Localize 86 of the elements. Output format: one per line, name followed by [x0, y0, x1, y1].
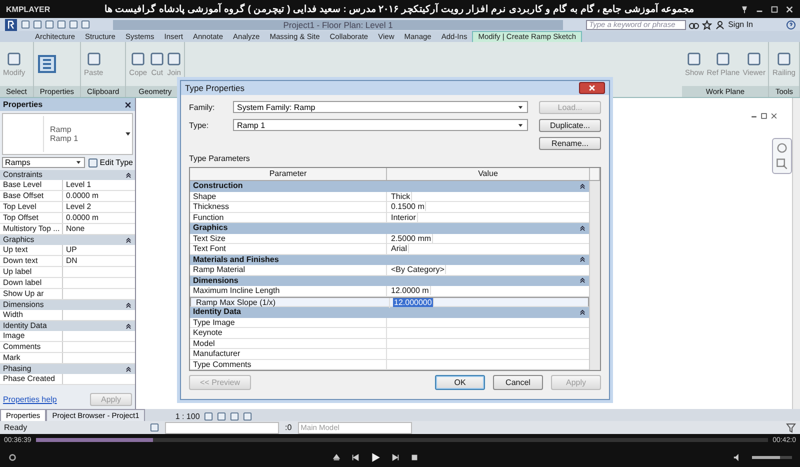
- parameter-value[interactable]: 12.000000: [393, 298, 434, 306]
- caret-icon: [517, 104, 524, 110]
- group-header: Identity Data: [193, 307, 242, 318]
- cancel-button[interactable]: Cancel: [493, 375, 543, 390]
- dialog-title: Type Properties: [185, 83, 245, 93]
- collapse-icon[interactable]: [125, 172, 132, 178]
- properties-icon[interactable]: [36, 54, 57, 74]
- collapse-icon[interactable]: [579, 277, 586, 284]
- filter-icon[interactable]: [786, 422, 796, 432]
- duplicate-button[interactable]: Duplicate...: [539, 118, 601, 132]
- parameter-value[interactable]: <By Category>: [390, 265, 446, 274]
- panel-title: Properties: [3, 100, 43, 109]
- parameter-name: Type Comments: [190, 360, 387, 370]
- view-scale[interactable]: 1 : 100: [175, 412, 200, 421]
- section-label: Type Parameters: [189, 154, 251, 163]
- parameter-value[interactable]: 12.0000 m: [390, 286, 431, 295]
- field-label: Type:: [189, 120, 210, 130]
- group-header: Dimensions: [193, 276, 238, 286]
- settings-icon[interactable]: [8, 452, 17, 462]
- collapse-icon[interactable]: [579, 182, 586, 190]
- pin-icon[interactable]: [740, 4, 749, 14]
- eject-icon[interactable]: [332, 452, 340, 462]
- category-dropdown[interactable]: Ramps: [2, 157, 85, 168]
- zoom-icon[interactable]: [776, 158, 788, 170]
- collapse-icon[interactable]: [125, 366, 132, 372]
- collapse-icon[interactable]: [579, 256, 586, 264]
- help-link[interactable]: Properties help: [3, 395, 57, 404]
- field-label: Family:: [189, 102, 216, 112]
- group-header: Materials and Finishes: [193, 254, 279, 265]
- parameter-name: Keynote: [190, 328, 387, 338]
- column-header: Parameter: [190, 168, 387, 180]
- previous-icon[interactable]: [350, 452, 360, 462]
- restore-icon[interactable]: [760, 112, 768, 120]
- group-header: Construction: [193, 181, 243, 192]
- help-icon[interactable]: [786, 20, 796, 30]
- workset-field[interactable]: [165, 422, 279, 434]
- video-title: مجموعه آموزشی جامع ، گام به گام و کاربردی نرم افزار رویت آرکیتکچر ۲۰۱۶ مدرس : سعید فدایی ( تیچرمن ) گروه آموزشی پادشاه گرافیست ها: [104, 3, 695, 15]
- family-dropdown[interactable]: System Family: Ramp: [233, 101, 528, 113]
- ok-button[interactable]: OK: [435, 375, 485, 390]
- parameter-name: Text Size: [190, 234, 387, 244]
- parameter-name: Model: [190, 338, 387, 349]
- parameter-name: Thickness: [190, 202, 387, 212]
- parameter-value[interactable]: Thick: [390, 192, 412, 200]
- collapse-icon[interactable]: [579, 308, 586, 316]
- volume-slider[interactable]: [752, 456, 792, 458]
- type-dropdown[interactable]: Ramp 1: [233, 119, 528, 131]
- collapse-icon[interactable]: [579, 224, 586, 232]
- collapse-icon[interactable]: [125, 322, 132, 330]
- caret-icon: [74, 159, 82, 166]
- parameter-name: Type Image: [190, 318, 387, 328]
- edit-type-button[interactable]: Edit Type: [88, 158, 133, 168]
- app-logo-icon[interactable]: [4, 18, 18, 30]
- parameter-value[interactable]: 2.5000 mm: [390, 234, 434, 242]
- stop-icon[interactable]: [410, 452, 418, 462]
- seek-bar[interactable]: [36, 438, 768, 442]
- user-icon[interactable]: [715, 20, 726, 30]
- next-icon[interactable]: [390, 452, 400, 462]
- play-icon[interactable]: [370, 452, 380, 462]
- collapse-icon[interactable]: [125, 302, 132, 308]
- parameter-value[interactable]: Arial: [390, 244, 410, 253]
- caret-icon[interactable]: [124, 130, 132, 138]
- player-brand: KMPLAYER: [6, 4, 50, 14]
- parameter-value[interactable]: 0.1500 m: [390, 202, 426, 211]
- caret-icon: [517, 122, 524, 128]
- document-title: Project1 - Floor Plan: Level 1: [113, 20, 564, 30]
- type-family: Ramp: [50, 125, 72, 134]
- close-icon[interactable]: [770, 112, 778, 120]
- close-icon[interactable]: [124, 100, 132, 108]
- parameter-name: Shape: [190, 192, 387, 202]
- close-icon: [588, 84, 596, 92]
- scrollbar[interactable]: [589, 181, 600, 370]
- scrollbar[interactable]: [792, 98, 800, 409]
- sign-in-link[interactable]: Sign In: [728, 20, 753, 29]
- selection-count: :0: [285, 423, 292, 432]
- parameter-name: Manufacturer: [190, 349, 387, 360]
- rename-button[interactable]: Rename...: [539, 136, 601, 150]
- parameter-value[interactable]: Interior: [390, 212, 418, 222]
- maximize-icon[interactable]: [770, 4, 779, 14]
- wheel-icon[interactable]: [776, 142, 788, 154]
- status-text: Ready: [4, 423, 28, 432]
- group-header: Graphics: [193, 223, 228, 234]
- column-header: Value: [387, 168, 590, 180]
- star-icon[interactable]: [702, 20, 712, 30]
- type-name: Ramp 1: [50, 134, 80, 143]
- close-button[interactable]: [579, 82, 605, 94]
- collapse-icon[interactable]: [125, 236, 132, 244]
